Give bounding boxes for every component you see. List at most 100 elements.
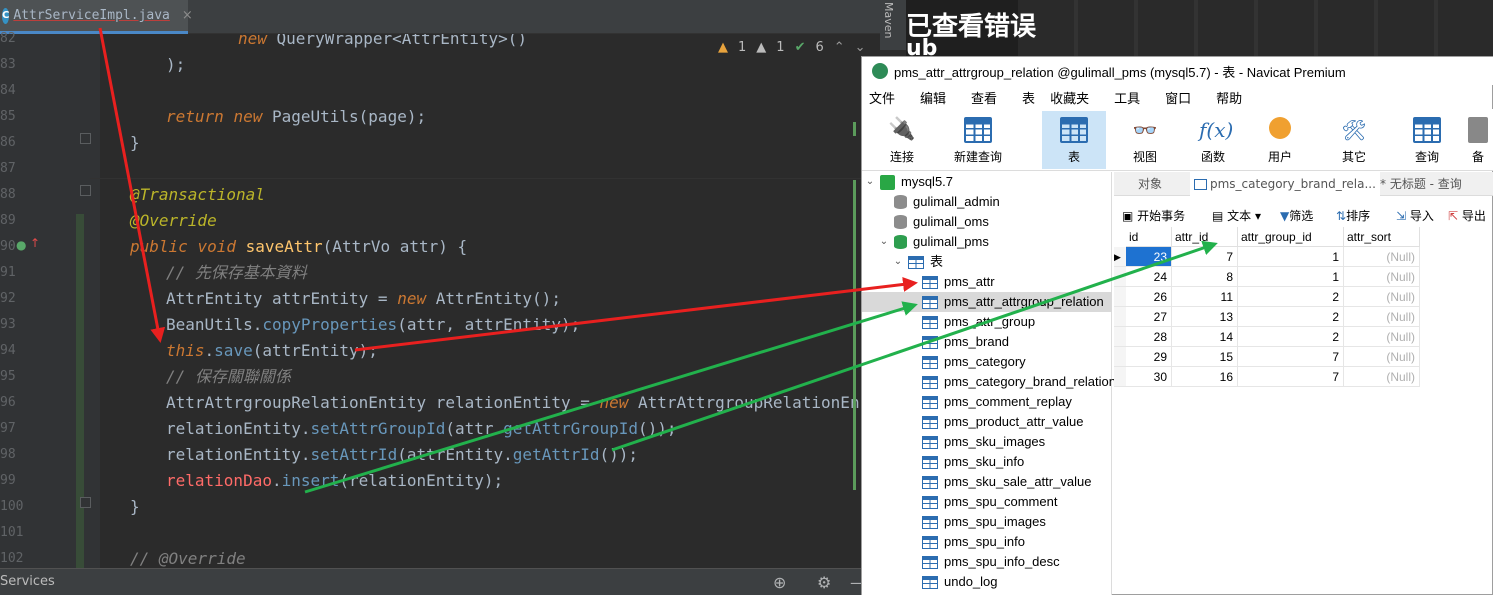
chevron-down-icon[interactable]: ⌄ [864,172,876,192]
table-cell[interactable]: 26 [1126,287,1172,307]
table-cell[interactable]: 29 [1126,347,1172,367]
services-label[interactable]: Services [0,574,55,589]
query-button[interactable]: 查询 [1395,111,1459,169]
column-header[interactable]: id [1126,227,1172,247]
tree-table-item[interactable]: pms_attr_group [922,312,1035,332]
row-marker[interactable] [1114,367,1126,387]
new-query-button[interactable]: 新建查询 [946,111,1010,169]
table-cell[interactable]: 11 [1172,287,1238,307]
user-button[interactable]: 用户 [1248,111,1312,169]
code-area[interactable]: new QueryWrapper<AttrEntity>() ); return… [100,34,860,568]
implement-marker-icon[interactable]: ● [16,238,26,252]
connect-button[interactable]: 🔌 连接 [870,111,934,169]
begin-transaction-button[interactable]: ▣ 开始事务 [1122,207,1185,224]
table-cell[interactable]: (Null) [1344,267,1420,287]
tree-table-item[interactable]: pms_sku_sale_attr_value [922,472,1091,492]
menu-table[interactable]: 表 [1022,88,1035,107]
table-cell[interactable]: 23 [1126,247,1172,267]
close-icon[interactable]: × [182,8,193,23]
row-marker[interactable] [1114,347,1126,367]
override-marker-icon[interactable]: ↑ [30,236,40,250]
tree-db-gulimall-admin[interactable]: gulimall_admin [894,192,1000,212]
sort-button[interactable]: ⇅排序 [1336,207,1370,224]
other-button[interactable]: 🛠 其它 [1322,111,1386,169]
table-cell[interactable]: (Null) [1344,347,1420,367]
tab-objects[interactable]: 对象 [1138,172,1162,196]
menu-edit[interactable]: 编辑 [920,88,946,107]
chevron-down-icon[interactable]: ⌄ [878,232,890,252]
tab-untitled-query[interactable]: * 无标题 - 查询 [1376,172,1466,196]
tree-table-item[interactable]: pms_spu_comment [922,492,1057,512]
export-button[interactable]: ⇱ 导出 [1448,207,1486,224]
view-button[interactable]: 👓 视图 [1113,111,1177,169]
table-cell[interactable]: 14 [1172,327,1238,347]
table-cell[interactable]: 30 [1126,367,1172,387]
table-cell[interactable]: 27 [1126,307,1172,327]
table-cell[interactable]: 2 [1238,307,1344,327]
table-cell[interactable]: 7 [1172,247,1238,267]
menu-file[interactable]: 文件 [869,88,895,107]
chevron-down-icon[interactable]: ⌄ [892,252,904,272]
tree-table-item[interactable]: pms_sku_images [922,432,1045,452]
tree-table-item[interactable]: pms_comment_replay [922,392,1072,412]
text-button[interactable]: ▤ 文本 ▾ [1212,207,1261,224]
menu-view[interactable]: 查看 [971,88,997,107]
table-cell[interactable]: 16 [1172,367,1238,387]
table-cell[interactable]: (Null) [1344,367,1420,387]
table-cell[interactable]: (Null) [1344,307,1420,327]
menu-tools[interactable]: 工具 [1114,88,1140,107]
table-cell[interactable]: 28 [1126,327,1172,347]
tree-table-item[interactable]: pms_product_attr_value [922,412,1083,432]
tree-table-item[interactable]: pms_attr [922,272,995,292]
table-cell[interactable]: 1 [1238,267,1344,287]
tree-table-item[interactable]: pms_sku_info [922,452,1024,472]
tree-table-item[interactable]: pms_category [922,352,1026,372]
tab-attr-service-impl[interactable]: C AttrServiceImpl.java × [0,0,193,34]
crosshair-icon[interactable]: ⊕ [773,573,786,592]
window-titlebar[interactable]: pms_attr_attrgroup_relation @gulimall_pm… [862,57,1493,85]
tree-table-item[interactable]: pms_spu_info_desc [922,552,1060,572]
tree-table-item[interactable]: undo_log [922,572,998,592]
table-cell[interactable]: 2 [1238,287,1344,307]
tree-tables-folder[interactable]: ⌄ 表 [892,252,943,272]
tab-category-brand-relation[interactable]: pms_category_brand_rela... [1190,172,1380,196]
tree-connection-mysql57[interactable]: ⌄ mysql5.7 [864,172,953,192]
table-cell[interactable]: 8 [1172,267,1238,287]
table-cell[interactable]: (Null) [1344,247,1420,267]
table-cell[interactable]: 7 [1238,347,1344,367]
column-header[interactable]: attr_group_id [1238,227,1344,247]
column-header[interactable]: attr_sort [1344,227,1420,247]
table-cell[interactable]: 15 [1172,347,1238,367]
tree-table-item[interactable]: pms_spu_info [922,532,1025,552]
row-marker[interactable] [1114,307,1126,327]
fold-marker-icon[interactable] [80,133,91,144]
fold-marker-icon[interactable] [80,497,91,508]
table-cell[interactable]: 2 [1238,327,1344,347]
tree-db-gulimall-oms[interactable]: gulimall_oms [894,212,989,232]
row-marker[interactable]: ▶ [1114,247,1126,267]
table-cell[interactable]: 7 [1238,367,1344,387]
menu-help[interactable]: 帮助 [1216,88,1242,107]
import-button[interactable]: ⇲ 导入 [1396,207,1434,224]
table-cell[interactable]: 1 [1238,247,1344,267]
tree-table-item[interactable]: pms_category_brand_relation [922,372,1116,392]
table-cell[interactable]: 24 [1126,267,1172,287]
maven-tool-label[interactable]: Maven [882,2,895,38]
function-button[interactable]: f(x) 函数 [1181,111,1245,169]
fold-marker-icon[interactable] [80,185,91,196]
row-marker[interactable] [1114,287,1126,307]
table-button[interactable]: 表 [1042,111,1106,169]
row-marker[interactable] [1114,267,1126,287]
row-marker[interactable] [1114,327,1126,347]
tree-table-item[interactable]: pms_attr_attrgroup_relation [862,292,1112,312]
gear-icon[interactable]: ⚙ [817,573,831,592]
table-cell[interactable]: (Null) [1344,287,1420,307]
column-header[interactable]: attr_id [1172,227,1238,247]
tree-db-gulimall-pms[interactable]: ⌄ gulimall_pms [878,232,989,252]
menu-favorites[interactable]: 收藏夹 [1050,88,1089,107]
tree-table-item[interactable]: pms_brand [922,332,1009,352]
table-cell[interactable]: (Null) [1344,327,1420,347]
menu-window[interactable]: 窗口 [1165,88,1191,107]
tree-table-item[interactable]: pms_spu_images [922,512,1046,532]
filter-button[interactable]: ▼筛选 [1280,207,1313,224]
